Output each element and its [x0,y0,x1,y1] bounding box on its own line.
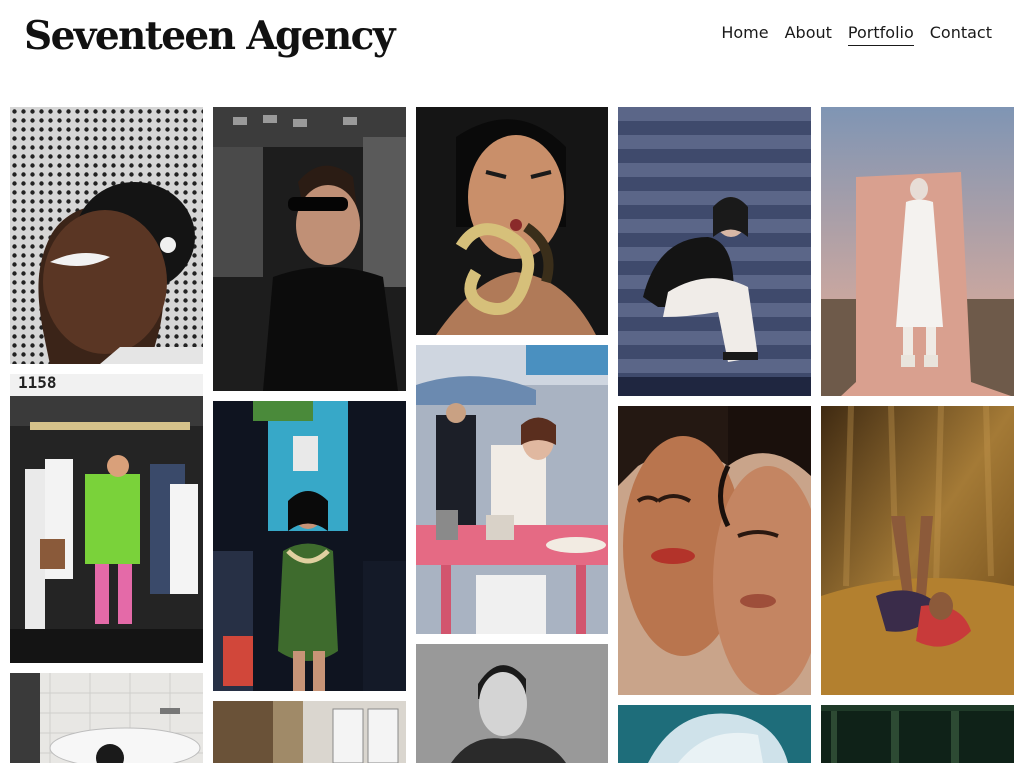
photo-pink-table-market[interactable] [416,345,608,634]
photo-green-doorway[interactable] [821,705,1014,763]
nav-about[interactable]: About [785,22,832,46]
photo-two-faces[interactable] [618,406,811,695]
photo-white-coat-backdrop[interactable] [821,107,1014,396]
subway-car-number: 1158 [18,374,57,392]
photo-window[interactable] [213,701,406,763]
nav-home[interactable]: Home [721,22,768,46]
photo-snake-closeup[interactable] [416,107,608,335]
photo-bw-portrait-man[interactable] [416,644,608,763]
photo-mesh-portrait[interactable] [10,107,203,364]
photo-stadium-steps[interactable] [618,107,811,396]
site-title[interactable]: Seventeen Agency [24,10,395,62]
photo-man-sunglasses[interactable] [213,107,406,391]
nav-portfolio[interactable]: Portfolio [847,22,914,46]
photo-subway-green-suit[interactable]: 1158 [10,374,203,663]
photo-blue-headscarf[interactable] [618,705,811,763]
photo-amber-fabric[interactable] [821,406,1014,695]
photo-green-dress-snake[interactable] [213,401,406,691]
main-nav: Home About Portfolio Contact [721,22,992,46]
nav-contact[interactable]: Contact [930,22,992,46]
photo-bathroom[interactable] [10,673,203,763]
